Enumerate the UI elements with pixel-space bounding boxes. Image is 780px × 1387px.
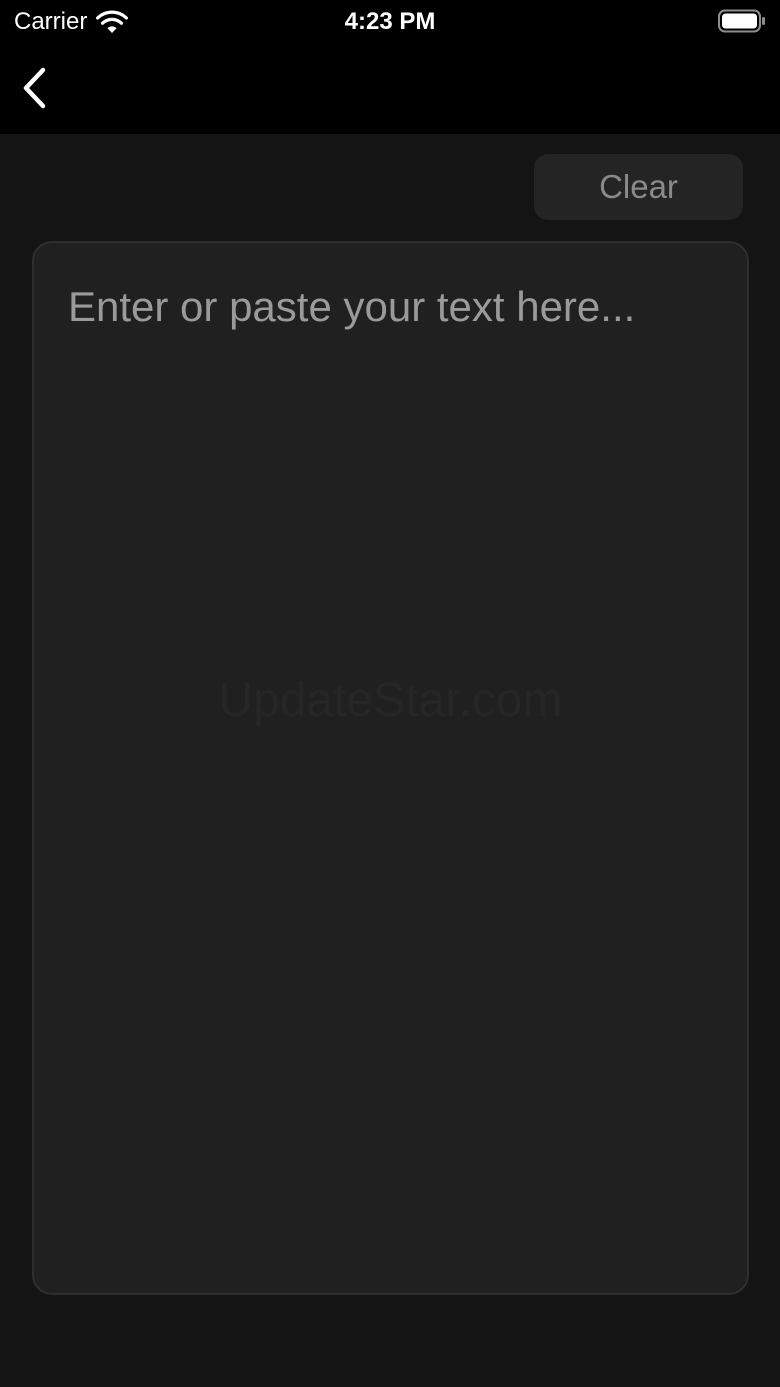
nav-bar [0,44,780,134]
text-input[interactable] [34,243,747,1293]
back-button[interactable] [10,62,58,114]
chevron-left-icon [23,67,46,109]
battery-icon [718,9,765,33]
status-bar: Carrier 4:23 PM [0,0,780,44]
status-time: 4:23 PM [344,8,436,35]
clear-button[interactable]: Clear [534,154,743,220]
screen: Carrier 4:23 PM Clear UpdateStar.com [0,0,780,1387]
text-editor-container: UpdateStar.com [32,241,749,1295]
